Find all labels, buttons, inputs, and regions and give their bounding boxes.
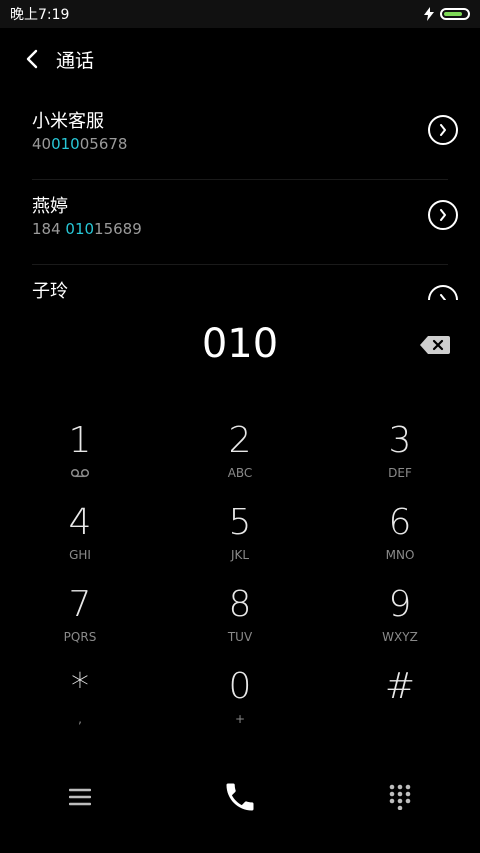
dialpad-toggle-button[interactable] [380, 777, 420, 817]
charging-icon [424, 7, 434, 21]
key-9[interactable]: 9 WXYZ [320, 578, 480, 660]
battery-icon [440, 8, 470, 20]
status-bar: 晚上7:19 [0, 0, 480, 28]
contact-number: 4001005678 [32, 135, 128, 153]
key-4[interactable]: 4 GHI [0, 496, 160, 578]
detail-button[interactable] [428, 285, 458, 300]
phone-icon [226, 783, 254, 811]
key-7[interactable]: 7 PQRS [0, 578, 160, 660]
top-bar: 通话 [0, 28, 480, 90]
key-5[interactable]: 5 JKL [160, 496, 320, 578]
chevron-left-icon [26, 49, 38, 69]
contact-number: 184 01015689 [32, 220, 142, 238]
result-row[interactable]: 子玲 [32, 265, 458, 300]
status-time: 晚上7:19 [10, 7, 70, 23]
key-2[interactable]: 2 ABC [160, 414, 320, 496]
key-6[interactable]: 6 MNO [320, 496, 480, 578]
menu-button[interactable] [60, 777, 100, 817]
status-icons [424, 7, 470, 21]
key-1[interactable]: 1 [0, 414, 160, 496]
contact-name: 燕婷 [32, 196, 68, 217]
contact-name: 小米客服 [32, 111, 104, 132]
result-row[interactable]: 燕婷 184 01015689 [32, 180, 458, 265]
key-star[interactable]: *, [0, 660, 160, 742]
dialpad-icon [389, 784, 411, 810]
call-button[interactable] [220, 777, 260, 817]
back-button[interactable] [18, 45, 46, 73]
menu-icon [69, 788, 91, 806]
bottom-bar [0, 752, 480, 842]
search-results-list: 小米客服 4001005678 燕婷 184 01015689 子玲 [0, 95, 480, 300]
entered-number: 010 [201, 321, 279, 367]
dial-display: 010 [0, 312, 480, 376]
contact-name: 子玲 [32, 281, 68, 300]
page-title: 通话 [56, 49, 95, 72]
key-8[interactable]: 8 TUV [160, 578, 320, 660]
voicemail-icon [70, 468, 90, 478]
chevron-right-icon [440, 294, 446, 300]
backspace-icon[interactable] [420, 336, 450, 354]
dialpad: 1 2 ABC 3 DEF 4 GHI 5 JKL 6 MNO 7 PQRS 8 TUV 9W… [0, 414, 480, 742]
detail-button[interactable] [428, 115, 458, 145]
key-3[interactable]: 3 DEF [320, 414, 480, 496]
result-row[interactable]: 小米客服 4001005678 [32, 95, 458, 180]
key-0[interactable]: 0 + [160, 660, 320, 742]
key-hash[interactable]: # [320, 660, 480, 742]
chevron-right-icon [440, 209, 446, 221]
chevron-right-icon [440, 124, 446, 136]
detail-button[interactable] [428, 200, 458, 230]
